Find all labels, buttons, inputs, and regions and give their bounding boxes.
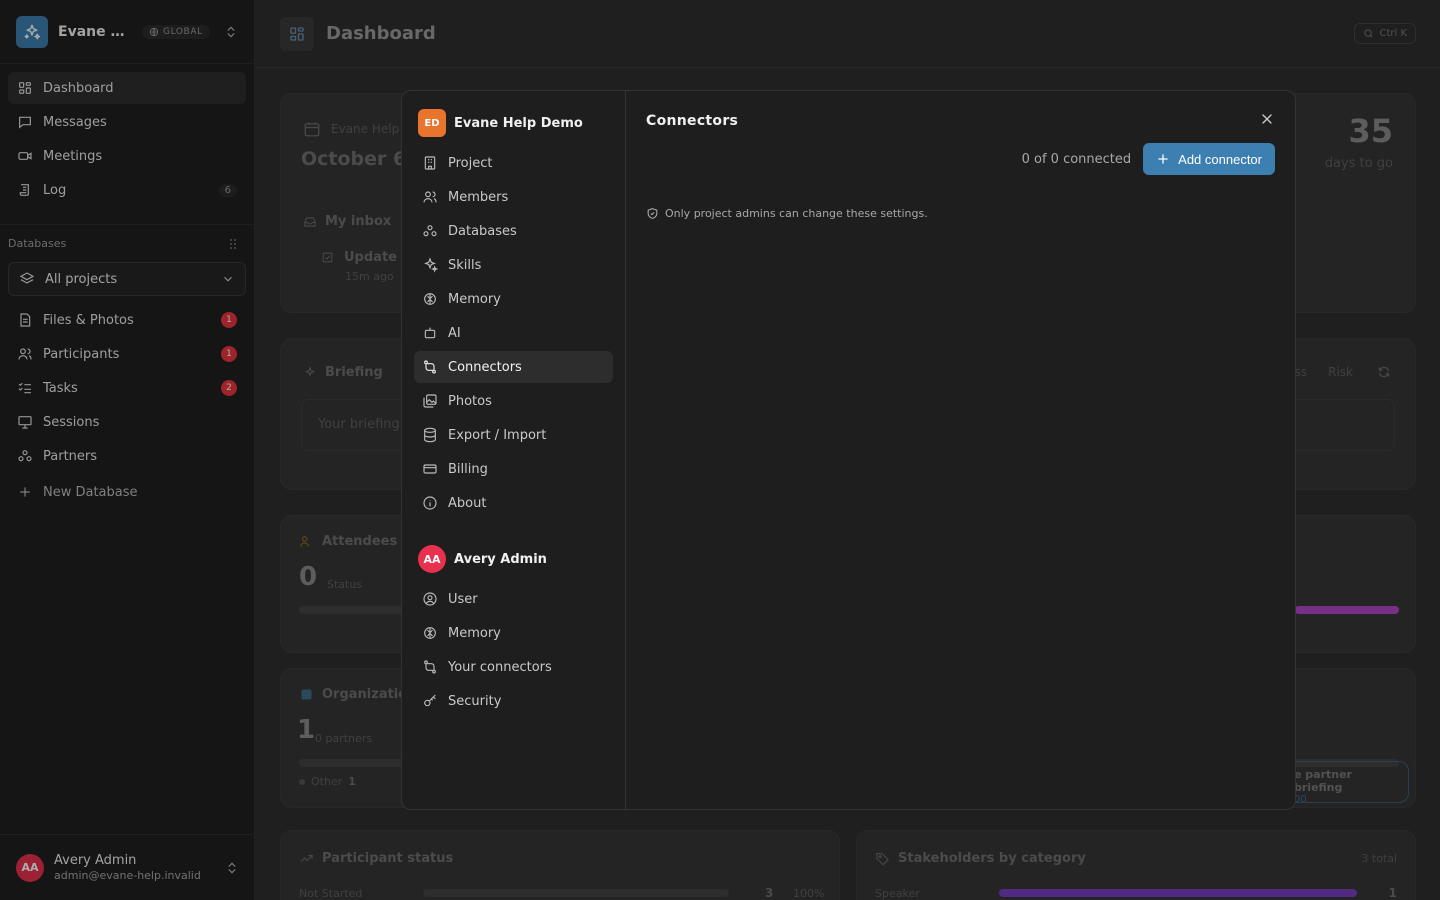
- settings-item-databases[interactable]: Databases: [414, 215, 613, 247]
- brain-icon: [424, 293, 436, 305]
- settings-item-label: Skills: [448, 257, 482, 273]
- settings-item-memory[interactable]: Memory: [414, 283, 613, 315]
- connector-icon: [424, 660, 436, 674]
- credit-card-icon: [423, 464, 437, 474]
- settings-item-label: Project: [448, 155, 493, 171]
- settings-item-export-import[interactable]: Export / Import: [414, 419, 613, 451]
- settings-item-skills[interactable]: Skills: [414, 249, 613, 281]
- settings-item-photos[interactable]: Photos: [414, 385, 613, 417]
- settings-item-members[interactable]: Members: [414, 181, 613, 213]
- settings-item-label: Your connectors: [448, 659, 552, 675]
- info-icon: [423, 496, 437, 510]
- shield-check-icon: [647, 208, 658, 219]
- close-icon[interactable]: [1259, 111, 1275, 127]
- settings-item-label: Databases: [448, 223, 517, 239]
- connectors-panel: Connectors 0 of 0 connected Add connecto…: [626, 91, 1295, 809]
- robot-icon: [424, 327, 436, 339]
- project-logo: ED: [418, 109, 446, 137]
- key-icon: [424, 694, 436, 707]
- settings-item-label: Security: [448, 693, 502, 709]
- connected-count: 0 of 0 connected: [1021, 151, 1132, 167]
- settings-item-label: AI: [448, 325, 461, 341]
- settings-item-security[interactable]: Security: [414, 685, 613, 717]
- settings-item-label: Members: [448, 189, 509, 205]
- settings-sidebar: ED Evane Help Demo Project Members Datab…: [402, 91, 626, 809]
- settings-item-connectors[interactable]: Connectors: [414, 351, 613, 383]
- project-settings-header: ED Evane Help Demo: [414, 107, 613, 139]
- settings-item-about[interactable]: About: [414, 487, 613, 519]
- partners-icon: [423, 225, 437, 237]
- settings-item-label: Memory: [448, 625, 501, 641]
- sparkles-icon: [424, 257, 438, 273]
- settings-modal: ED Evane Help Demo Project Members Datab…: [401, 90, 1296, 810]
- admin-note-text: Only project admins can change these set…: [665, 207, 928, 220]
- settings-item-your-connectors[interactable]: Your connectors: [414, 651, 613, 683]
- project-settings-title: Evane Help Demo: [454, 115, 583, 131]
- settings-item-ai[interactable]: AI: [414, 317, 613, 349]
- avatar: AA: [418, 545, 446, 573]
- settings-item-label: About: [448, 495, 487, 511]
- settings-item-label: Export / Import: [448, 427, 547, 443]
- settings-item-billing[interactable]: Billing: [414, 453, 613, 485]
- add-connector-label: Add connector: [1178, 151, 1262, 167]
- users-icon: [423, 191, 437, 203]
- settings-item-label: Photos: [448, 393, 492, 409]
- account-settings-title: Avery Admin: [454, 551, 547, 567]
- admin-note: Only project admins can change these set…: [646, 207, 1275, 220]
- plus-icon: [1158, 154, 1168, 164]
- settings-item-project[interactable]: Project: [414, 147, 613, 179]
- settings-item-label: Connectors: [448, 359, 522, 375]
- settings-item-label: Billing: [448, 461, 488, 477]
- brain-icon: [424, 627, 436, 639]
- account-settings-header: AA Avery Admin: [414, 543, 613, 575]
- settings-item-label: User: [448, 591, 478, 607]
- connector-icon: [424, 360, 436, 374]
- user-circle-icon: [423, 592, 437, 606]
- panel-title: Connectors: [646, 113, 739, 129]
- photos-icon: [423, 394, 437, 408]
- add-connector-button[interactable]: Add connector: [1143, 143, 1275, 175]
- building-icon: [424, 156, 436, 170]
- settings-item-user-memory[interactable]: Memory: [414, 617, 613, 649]
- settings-item-user[interactable]: User: [414, 583, 613, 615]
- database-icon: [424, 427, 436, 443]
- settings-item-label: Memory: [448, 291, 501, 307]
